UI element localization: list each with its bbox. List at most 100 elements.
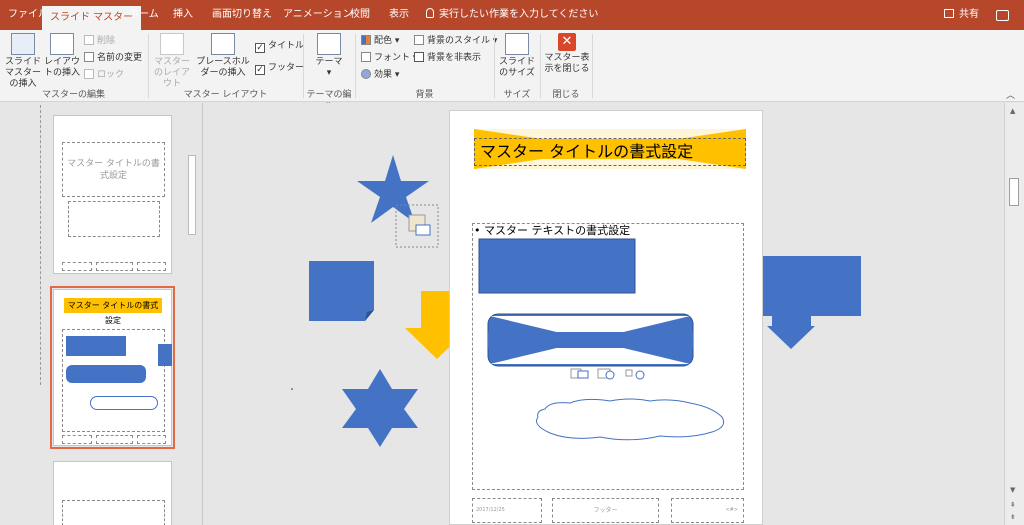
hide-background-label: 背景を非表示 — [427, 53, 482, 63]
thumb-side-shape — [158, 344, 172, 366]
share-button[interactable]: 共有 — [944, 0, 979, 30]
close-icon: ✕ — [558, 33, 576, 51]
delete-label: 削除 — [97, 36, 116, 46]
body-text: • マスター テキストの書式設定 — [474, 224, 631, 237]
footer-checkbox[interactable]: ✓ フッター — [255, 61, 304, 75]
thumb-footer-date — [62, 262, 92, 271]
slide-size-button[interactable]: スライドのサイズ — [498, 33, 536, 79]
master-layout-icon — [160, 33, 184, 55]
footer-date-placeholder[interactable]: 2017/12/25 — [472, 498, 542, 523]
thumb-rounded-rect — [66, 365, 146, 383]
insert-layout-label: レイアウトの挿入 — [44, 57, 81, 78]
effects-label: 効果 — [374, 70, 393, 80]
footer-number-placeholder[interactable]: <#> — [671, 498, 744, 523]
master-layout-button[interactable]: マスターのレイアウト — [152, 33, 192, 90]
tab-transitions[interactable]: 画面切り替え — [204, 0, 280, 30]
tell-me-text: 実行したい作業を入力してください — [439, 9, 599, 20]
theme-button[interactable]: テーマ ▾ — [308, 33, 350, 79]
thumb-cloud — [90, 396, 158, 410]
tell-me-box[interactable]: 実行したい作業を入力してください — [426, 0, 598, 30]
slide-master[interactable]: マスター タイトルの書式設定 • マスター テキストの書式設定 2017/12/… — [449, 110, 763, 525]
hide-background-checkbox[interactable]: 背景を非表示 — [414, 51, 481, 65]
star-5-shape[interactable] — [357, 155, 429, 223]
slide-size-icon — [505, 33, 529, 55]
close-master-view-button[interactable]: ✕ マスター表示を閉じる — [542, 33, 592, 75]
thumb-title-placeholder: マスター タイトルの書式設定 — [62, 142, 165, 197]
collapse-ribbon-icon[interactable]: ︿ — [1006, 88, 1015, 101]
insert-slide-master-button[interactable]: スライド マスターの挿入 — [2, 33, 44, 90]
thumb-subtitle-placeholder — [68, 201, 160, 237]
theme-icon — [317, 33, 341, 55]
check-icon: ✓ — [255, 65, 265, 75]
slide-title: マスター タイトルの書式設定 — [480, 142, 694, 161]
master-layout-label: マスターのレイアウト — [153, 57, 190, 89]
group-label-size: サイズ — [503, 90, 531, 100]
insert-placeholder-button[interactable]: プレースホルダーの挿入 — [194, 33, 252, 79]
ribbon: スライド マスターの挿入 レイアウトの挿入 削除 名前の変更 ロック マスターの… — [0, 30, 1024, 113]
lock-icon — [84, 69, 94, 79]
folded-square-shape[interactable] — [309, 261, 374, 321]
slide-thumbnail-3[interactable] — [53, 461, 172, 525]
ribbon-tab-bar: ファイル スライド マスター ホーム 挿入 画面切り替え アニメーション 校閲 … — [0, 0, 1024, 30]
insert-slide-master-label: スライド マスターの挿入 — [4, 57, 41, 89]
insert-layout-button[interactable]: レイアウトの挿入 — [44, 33, 80, 79]
share-icon — [944, 9, 954, 18]
background-styles-label: 背景のスタイル — [427, 36, 491, 46]
delete-icon — [84, 35, 94, 45]
paint-bucket-icon — [414, 35, 424, 45]
theme-label: テーマ — [315, 57, 343, 67]
divider — [592, 34, 593, 98]
thumb-title-placeholder — [62, 500, 165, 525]
tab-home[interactable]: ホーム — [121, 0, 167, 30]
insert-placeholder-label: プレースホルダーの挿入 — [196, 57, 250, 78]
rename-button[interactable]: 名前の変更 — [84, 51, 142, 65]
group-label-background: 背景 — [415, 90, 434, 100]
next-slide-icon[interactable]: ⇟ — [1010, 513, 1016, 521]
effects-icon — [361, 69, 371, 79]
tab-view[interactable]: 表示 — [381, 0, 417, 30]
thumb-footer-text — [96, 262, 133, 271]
colors-label: 配色 — [374, 36, 393, 46]
background-styles-dropdown[interactable]: 背景のスタイル ▾ — [414, 34, 497, 48]
slide-master-icon — [11, 33, 35, 55]
group-label-master-edit: マスターの編集 — [41, 90, 105, 100]
scroll-down-icon[interactable]: ▼ — [1010, 486, 1015, 494]
group-label-master-layout: マスター レイアウト — [183, 90, 268, 100]
canvas-dot — [291, 388, 293, 390]
footer-text-placeholder[interactable]: フッター — [552, 498, 659, 523]
delete-button[interactable]: 削除 — [84, 34, 115, 48]
lightbulb-icon — [426, 8, 434, 18]
fonts-dropdown[interactable]: フォント ▾ — [361, 51, 417, 65]
comment-icon[interactable] — [996, 10, 1009, 21]
layout-icon — [50, 33, 74, 55]
share-label: 共有 — [959, 9, 979, 20]
thumb-footer-date — [62, 435, 92, 444]
scrollbar-thumb[interactable] — [1009, 178, 1019, 206]
thumb-footer-num — [137, 435, 166, 444]
lock-button[interactable]: ロック — [84, 68, 124, 82]
chevron-down-icon: ▾ — [326, 68, 332, 78]
rename-label: 名前の変更 — [97, 53, 143, 63]
effects-dropdown[interactable]: 効果 ▾ — [361, 68, 399, 82]
fonts-label: フォント — [374, 53, 411, 63]
thumb-rectangle — [66, 336, 126, 356]
thumb-footer-text — [96, 435, 133, 444]
star-6-shape[interactable] — [342, 369, 418, 447]
check-icon: ✓ — [255, 43, 265, 53]
colors-dropdown[interactable]: 配色 ▾ — [361, 34, 399, 48]
tab-review[interactable]: 校閲 — [342, 0, 378, 30]
close-master-label: マスター表示を閉じる — [544, 53, 590, 74]
canvas-scrollbar[interactable]: ▲ ▼ ⇞ ⇟ — [1004, 103, 1024, 525]
body-placeholder[interactable] — [472, 223, 744, 490]
thumb-footer-num — [137, 262, 166, 271]
colors-icon — [361, 35, 371, 45]
slide-thumbnail-2[interactable]: マスター タイトルの書式設定 — [50, 286, 175, 449]
slide-thumbnail-1[interactable]: マスター タイトルの書式設定 — [53, 115, 172, 274]
tab-insert[interactable]: 挿入 — [165, 0, 201, 30]
fonts-icon — [361, 52, 371, 62]
previous-slide-icon[interactable]: ⇞ — [1010, 501, 1016, 509]
thumbnail-scrollbar[interactable] — [188, 155, 196, 235]
title-check-label: タイトル — [268, 41, 305, 51]
title-checkbox[interactable]: ✓ タイトル — [255, 39, 304, 53]
scroll-up-icon[interactable]: ▲ — [1010, 107, 1015, 115]
